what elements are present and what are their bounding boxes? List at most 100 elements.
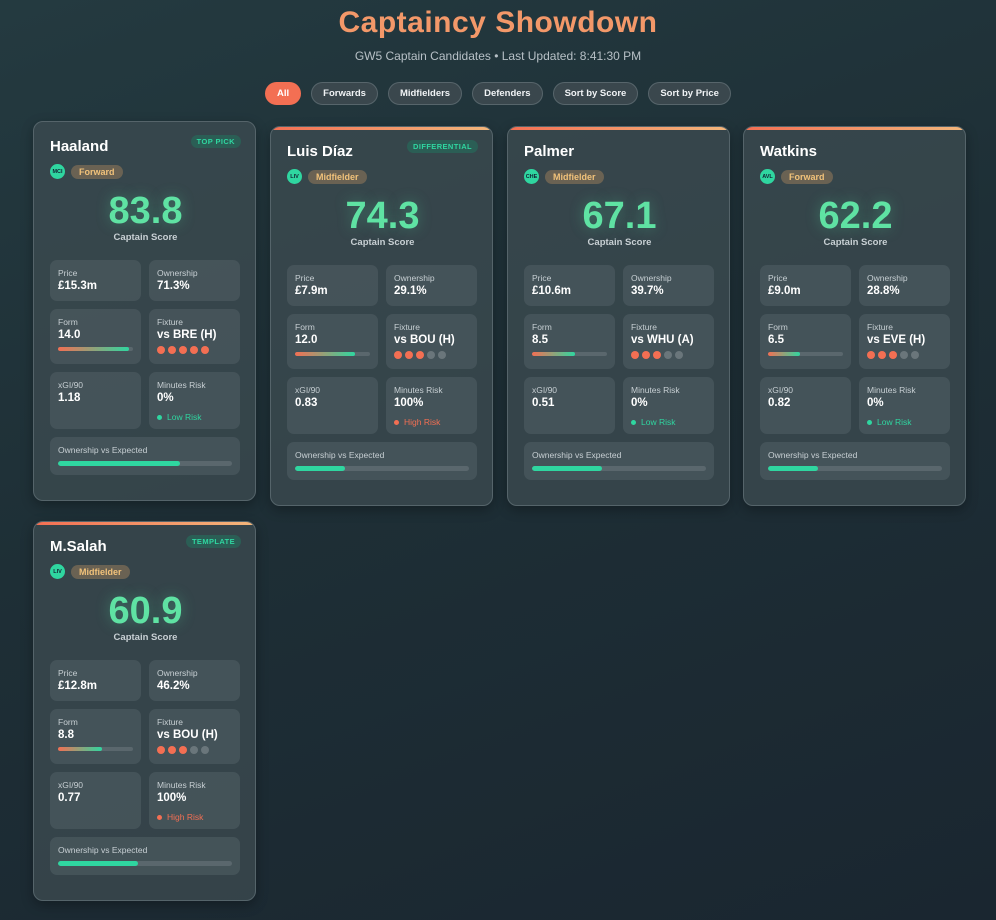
fixture-stat-label: Fixture bbox=[157, 317, 183, 327]
position-pill: Forward bbox=[71, 164, 123, 179]
team-row: AVL Forward bbox=[760, 169, 833, 184]
ownership-vs-expected: Ownership vs Expected bbox=[50, 837, 240, 875]
ownership-vs-expected: Ownership vs Expected bbox=[287, 442, 477, 480]
ownership-vs-expected: Ownership vs Expected bbox=[760, 442, 950, 480]
player-card[interactable]: Watkins AVL Forward 62.2 Captain Score Price £… bbox=[743, 126, 966, 506]
minutes-risk-stat: Minutes Risk 0% Low Risk bbox=[623, 377, 714, 434]
ownership-stat: Ownership 29.1% bbox=[386, 265, 477, 306]
xgi-stat-label: xGI/90 bbox=[295, 385, 321, 395]
team-row: MCI Forward bbox=[50, 164, 123, 179]
form-stat-label: Form bbox=[295, 322, 315, 332]
team-row: CHE Midfielder bbox=[524, 169, 604, 184]
player-card[interactable]: Palmer CHE Midfielder 67.1 Captain Score Pric… bbox=[507, 126, 730, 506]
xgi-stat-label: xGI/90 bbox=[58, 380, 84, 390]
filter-bar: All Forwards Midfielders Defenders Sort by S… bbox=[0, 82, 996, 105]
fixture-stat-label: Fixture bbox=[631, 322, 657, 332]
risk-dot-icon bbox=[867, 419, 872, 425]
player-card[interactable]: M.Salah TEMPLATE LIV Midfielder 60.9 Captain … bbox=[33, 521, 256, 901]
minutes-risk-stat-label: Minutes Risk bbox=[394, 385, 443, 395]
player-name: Palmer bbox=[524, 143, 575, 160]
fixture-stat-value: vs BRE (H) bbox=[157, 329, 217, 341]
form-stat-label: Form bbox=[58, 317, 78, 327]
minutes-risk-stat-label: Minutes Risk bbox=[631, 385, 680, 395]
risk-dot-icon bbox=[394, 419, 399, 425]
filter-sort-by-price-button[interactable]: Sort by Price bbox=[648, 82, 731, 105]
filter-all-button[interactable]: All bbox=[265, 82, 302, 105]
form-bar-fill bbox=[58, 747, 103, 751]
ownership-vs-expected-bar bbox=[768, 466, 942, 471]
fixture-stat: Fixture vs BOU (H) bbox=[149, 709, 240, 764]
ownership-vs-expected-fill bbox=[58, 461, 180, 466]
ownership-stat-label: Ownership bbox=[157, 668, 198, 678]
form-bar-fill bbox=[58, 347, 130, 351]
captain-score-label: Captain Score bbox=[587, 237, 652, 248]
xgi-stat-label: xGI/90 bbox=[532, 385, 558, 395]
price-stat-value: £12.8m bbox=[58, 680, 98, 692]
filter-midfielders-button[interactable]: Midfielders bbox=[387, 82, 463, 105]
filter-defenders-button[interactable]: Defenders bbox=[472, 82, 543, 105]
form-stat: Form 12.0 bbox=[287, 314, 378, 369]
xgi-stat: xGI/90 0.51 bbox=[524, 377, 615, 434]
form-bar bbox=[295, 352, 370, 356]
filter-sort-by-score-button[interactable]: Sort by Score bbox=[552, 82, 639, 105]
form-stat-label: Form bbox=[532, 322, 552, 332]
difficulty-dot-icon bbox=[190, 746, 198, 754]
ownership-stat: Ownership 28.8% bbox=[859, 265, 950, 306]
form-stat: Form 8.8 bbox=[50, 709, 141, 764]
ownership-stat-label: Ownership bbox=[157, 268, 198, 278]
player-badge: TEMPLATE bbox=[185, 535, 241, 548]
fixture-stat-label: Fixture bbox=[157, 717, 183, 727]
xgi-stat-value: 0.77 bbox=[58, 792, 81, 804]
form-stat-value: 14.0 bbox=[58, 329, 81, 341]
fixture-stat-value: vs EVE (H) bbox=[867, 334, 926, 346]
ownership-vs-expected-fill bbox=[768, 466, 819, 471]
form-stat: Form 6.5 bbox=[760, 314, 851, 369]
form-stat-label: Form bbox=[768, 322, 788, 332]
form-stat-label: Form bbox=[58, 717, 78, 727]
ownership-vs-expected-bar bbox=[532, 466, 706, 471]
ownership-vs-expected-fill bbox=[295, 466, 346, 471]
form-stat-value: 8.8 bbox=[58, 729, 74, 741]
difficulty-dot-icon bbox=[889, 351, 897, 359]
page-title: Captaincy Showdown bbox=[338, 6, 658, 39]
captain-score-value: 67.1 bbox=[582, 195, 657, 237]
fixture-stat: Fixture vs WHU (A) bbox=[623, 314, 714, 369]
form-bar-fill bbox=[295, 352, 355, 356]
ownership-vs-expected: Ownership vs Expected bbox=[524, 442, 714, 480]
risk-indicator: High Risk bbox=[157, 812, 203, 822]
price-stat-value: £10.6m bbox=[532, 285, 572, 297]
fixture-stat-value: vs BOU (H) bbox=[157, 729, 218, 741]
team-row: LIV Midfielder bbox=[287, 169, 367, 184]
fixture-stat-value: vs BOU (H) bbox=[394, 334, 455, 346]
page-subtitle: GW5 Captain Candidates • Last Updated: 8… bbox=[354, 49, 642, 63]
price-stat-label: Price bbox=[295, 273, 315, 283]
form-stat-value: 12.0 bbox=[295, 334, 318, 346]
ownership-stat-value: 71.3% bbox=[157, 280, 190, 292]
team-row: LIV Midfielder bbox=[50, 564, 130, 579]
difficulty-dot-icon bbox=[867, 351, 875, 359]
difficulty-dot-icon bbox=[675, 351, 683, 359]
minutes-risk-stat-label: Minutes Risk bbox=[867, 385, 916, 395]
player-card[interactable]: Haaland TOP PICK MCI Forward 83.8 Captain Sco… bbox=[33, 121, 256, 501]
difficulty-dot-icon bbox=[911, 351, 919, 359]
player-name: Haaland bbox=[50, 138, 109, 155]
difficulty-dot-icon bbox=[157, 346, 165, 354]
filter-forwards-button[interactable]: Forwards bbox=[311, 82, 378, 105]
fixture-difficulty-dots bbox=[394, 351, 446, 359]
price-stat: Price £12.8m bbox=[50, 660, 141, 701]
minutes-risk-stat-value: 0% bbox=[157, 392, 174, 404]
fixture-stat-label: Fixture bbox=[394, 322, 420, 332]
difficulty-dot-icon bbox=[416, 351, 424, 359]
fixture-stat: Fixture vs EVE (H) bbox=[859, 314, 950, 369]
ownership-stat-label: Ownership bbox=[867, 273, 908, 283]
risk-dot-icon bbox=[157, 814, 162, 820]
captain-score-label: Captain Score bbox=[113, 632, 178, 643]
fixture-stat: Fixture vs BOU (H) bbox=[386, 314, 477, 369]
minutes-risk-stat-value: 0% bbox=[867, 397, 884, 409]
difficulty-dot-icon bbox=[642, 351, 650, 359]
fixture-stat: Fixture vs BRE (H) bbox=[149, 309, 240, 364]
player-card[interactable]: Luis Díaz DIFFERENTIAL LIV Midfielder 74.3 Ca… bbox=[270, 126, 493, 506]
ownership-vs-expected-fill bbox=[58, 861, 139, 866]
form-bar bbox=[58, 347, 133, 351]
position-pill: Midfielder bbox=[71, 564, 130, 579]
